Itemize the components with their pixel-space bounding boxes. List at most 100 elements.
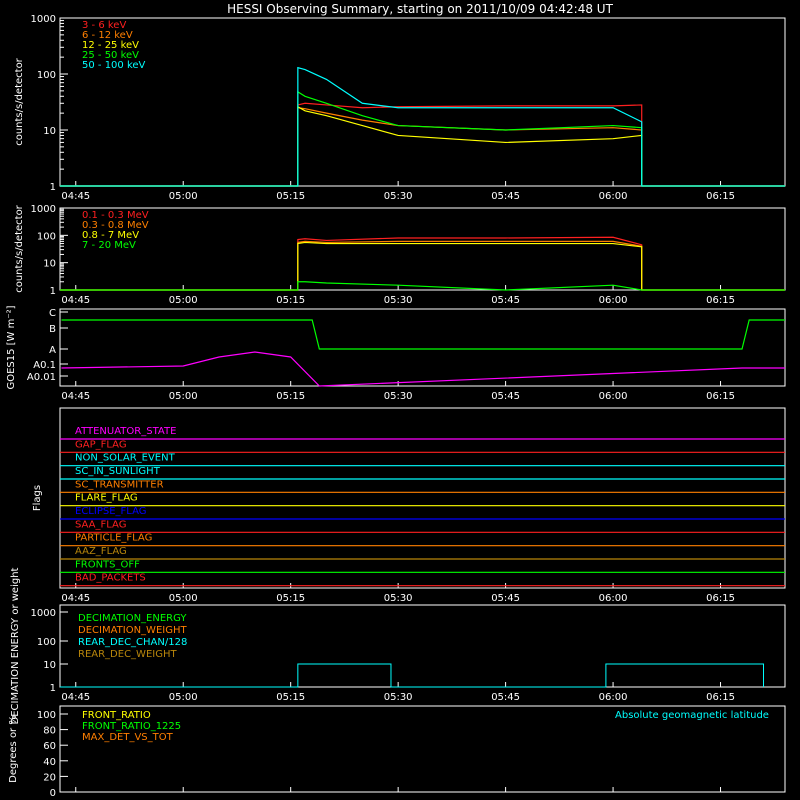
legend-entry: FRONT_RATIO_1225	[82, 721, 181, 732]
time-tick-label: 05:45	[491, 692, 520, 703]
panel-hxr-frame	[59, 17, 786, 187]
flag-label: GAP_FLAG	[75, 439, 127, 450]
annotation: Absolute geomagnetic latitude	[615, 710, 769, 721]
flag-label: ECLIPSE_FLAG	[75, 506, 146, 517]
time-tick-label: 06:15	[706, 191, 735, 202]
flag-label: NON_SOLAR_EVENT	[75, 453, 176, 464]
y-tick-label: 1000	[31, 14, 56, 25]
time-tick-label: 04:45	[61, 391, 90, 402]
y-tick-label: 1	[50, 683, 56, 694]
time-tick-label: 05:15	[276, 295, 305, 306]
legend-entry: REAR_DEC_WEIGHT	[78, 649, 177, 660]
legend-entry: MAX_DET_VS_TOT	[82, 732, 174, 743]
series-line	[60, 663, 765, 688]
time-tick-label: 04:45	[61, 593, 90, 604]
legend-entry: 50 - 100 keV	[82, 60, 146, 71]
series-line	[60, 107, 785, 187]
time-tick-label: 06:15	[706, 692, 735, 703]
series-line	[60, 102, 785, 187]
time-tick-label: 04:45	[61, 295, 90, 306]
y-tick-label: 40	[43, 757, 56, 768]
y-tick-label: 1	[50, 182, 56, 193]
series-line	[61, 351, 785, 387]
flag-label: SC_IN_SUNLIGHT	[75, 466, 161, 477]
time-tick-label: 05:45	[491, 191, 520, 202]
y-axis-label: Flags	[32, 485, 43, 511]
chart-title: HESSI Observing Summary, starting on 201…	[227, 2, 613, 16]
legend-entry: 7 - 20 MeV	[82, 240, 136, 251]
time-tick-label: 05:00	[169, 295, 198, 306]
y-tick-label: 10	[43, 259, 56, 270]
time-tick-label: 06:00	[599, 295, 628, 306]
y-tick-label: 100	[37, 70, 56, 81]
flag-label: BAD_PACKETS	[75, 573, 146, 584]
time-tick-label: 05:30	[384, 692, 413, 703]
y-axis-label: DECIMATION ENERGY or weight	[10, 567, 21, 724]
flag-label: PARTICLE_FLAG	[75, 533, 152, 544]
y-tick-label: 10	[43, 126, 56, 137]
y-tick-label: C	[49, 308, 56, 319]
time-tick-label: 05:00	[169, 692, 198, 703]
legend-entry: DECIMATION_ENERGY	[78, 613, 187, 624]
y-tick-label: 100	[37, 231, 56, 242]
y-tick-label: 10	[43, 660, 56, 671]
time-tick-label: 06:00	[599, 593, 628, 604]
y-axis-label: counts/s/detector	[14, 57, 25, 145]
time-tick-label: 06:00	[599, 692, 628, 703]
flag-label: ATTENUATOR_STATE	[75, 426, 176, 437]
y-tick-label: A0.01	[27, 372, 56, 383]
flag-label: FLARE_FLAG	[75, 493, 138, 504]
time-tick-label: 05:30	[384, 593, 413, 604]
y-tick-label: 1000	[31, 608, 56, 619]
y-tick-label: A0.1	[33, 360, 56, 371]
time-tick-label: 05:00	[169, 391, 198, 402]
panel-gamma-frame	[59, 207, 786, 291]
series-line	[60, 105, 785, 187]
y-tick-label: 0	[50, 788, 56, 799]
time-tick-label: 05:15	[276, 593, 305, 604]
flag-label: AAZ_FLAG	[75, 546, 127, 557]
flag-label: FRONTS_OFF	[75, 559, 140, 570]
time-tick-label: 05:45	[491, 295, 520, 306]
y-tick-label: 100	[37, 710, 56, 721]
y-tick-label: 1000	[31, 204, 56, 215]
time-tick-label: 05:45	[491, 593, 520, 604]
time-tick-label: 05:30	[384, 295, 413, 306]
time-tick-label: 05:15	[276, 191, 305, 202]
series-line	[60, 241, 785, 291]
y-tick-label: A	[49, 345, 56, 356]
legend-entry: FRONT_RATIO	[82, 710, 151, 721]
time-tick-label: 05:30	[384, 391, 413, 402]
series-line	[60, 236, 785, 291]
time-tick-label: 05:15	[276, 391, 305, 402]
time-tick-label: 05:30	[384, 191, 413, 202]
series-line	[60, 240, 785, 291]
flag-label: SC_TRANSMITTER	[75, 479, 164, 490]
y-tick-label: 20	[43, 772, 56, 783]
hessi-summary-plot: HESSI Observing Summary, starting on 201…	[6, 2, 786, 799]
y-tick-label: B	[49, 324, 56, 335]
time-tick-label: 05:45	[491, 391, 520, 402]
y-axis-label: GOES15 [W m⁻²]	[6, 305, 17, 389]
time-tick-label: 06:15	[706, 391, 735, 402]
time-tick-label: 06:15	[706, 593, 735, 604]
series-line	[60, 281, 785, 291]
y-tick-label: 100	[37, 637, 56, 648]
legend-entry: DECIMATION_WEIGHT	[78, 625, 187, 636]
time-tick-label: 05:15	[276, 692, 305, 703]
y-tick-label: 1	[50, 286, 56, 297]
flag-label: SAA_FLAG	[75, 519, 126, 530]
time-tick-label: 06:15	[706, 295, 735, 306]
y-tick-label: 80	[43, 726, 56, 737]
legend-entry: REAR_DEC_CHAN/128	[78, 637, 187, 648]
time-tick-label: 04:45	[61, 692, 90, 703]
time-tick-label: 06:00	[599, 191, 628, 202]
y-axis-label: counts/s/detector	[14, 204, 25, 292]
y-axis-label: Degrees or %	[8, 715, 19, 783]
time-tick-label: 05:00	[169, 593, 198, 604]
y-tick-label: 60	[43, 741, 56, 752]
time-tick-label: 05:00	[169, 191, 198, 202]
time-tick-label: 06:00	[599, 391, 628, 402]
series-line	[61, 319, 785, 350]
time-tick-label: 04:45	[61, 191, 90, 202]
